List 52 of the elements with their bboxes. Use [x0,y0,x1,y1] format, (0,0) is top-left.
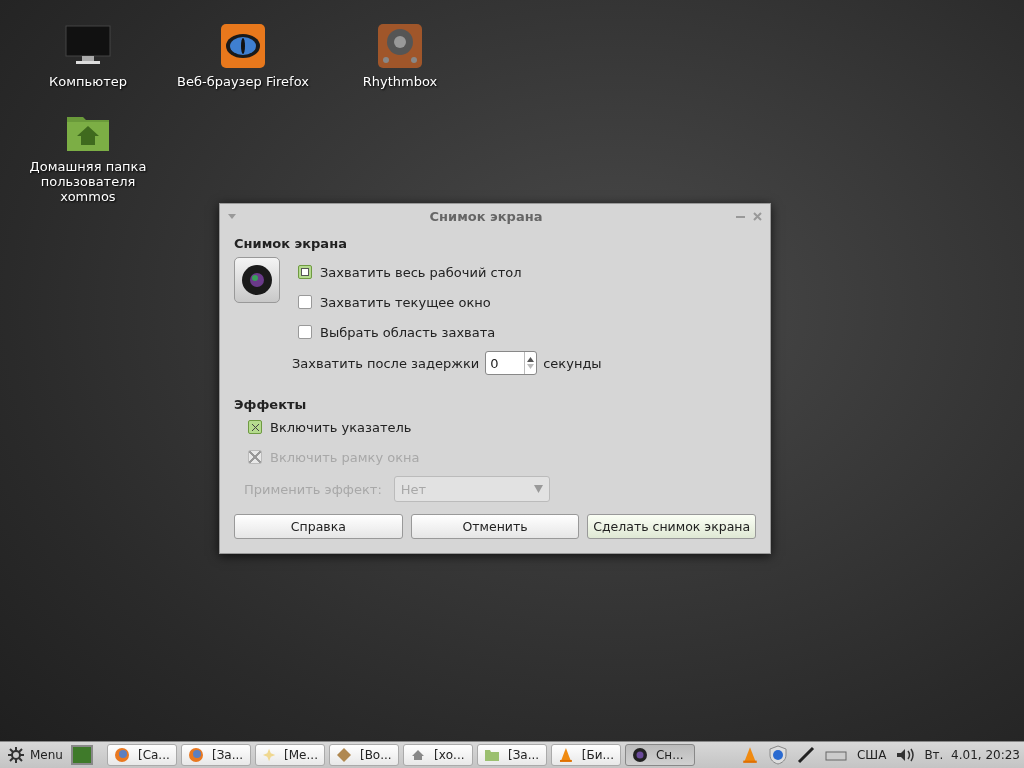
menu-button[interactable]: Menu [4,744,67,766]
spin-up-icon[interactable] [527,357,535,362]
traffic-cone-icon [557,747,574,763]
folder-icon [483,747,500,763]
option-label: Захватить весь рабочий стол [320,264,522,280]
checkbox[interactable] [248,420,262,434]
radio-option[interactable] [298,265,312,279]
clock[interactable]: Вт. 4.01, 20:23 [924,748,1020,762]
desktop-icon-label[interactable]: Компьютер [13,74,163,89]
volume-icon[interactable] [896,748,915,762]
dropdown-arrow-icon [533,485,543,493]
keyboard-layout[interactable]: США [856,748,887,762]
dialog-button[interactable]: Отменить [410,514,580,539]
taskbar-button[interactable]: [За... [180,744,251,766]
desktop-icon-label[interactable]: Rhythmbox [325,74,475,89]
desktop-icon-label[interactable]: Веб-браузер Firefox [168,74,318,89]
close-icon[interactable] [753,211,762,221]
taskbar-button[interactable]: Сн... [624,744,695,766]
delay-spinbox[interactable]: 0 [485,351,538,375]
dialog-button[interactable]: Справка [234,514,403,539]
desktop-icon-label[interactable]: Домашняя папка пользователя xommos [13,159,163,204]
window-title: Снимок экрана [428,208,544,224]
option-label: Выбрать область захвата [320,324,496,340]
radio-option[interactable] [298,295,312,309]
show-desktop-icon[interactable] [70,745,93,765]
taskbar-button[interactable]: [хо... [402,744,473,766]
delay-label: Захватить после задержки [292,355,480,371]
fox-globe-icon [187,747,204,763]
eye-icon [219,22,267,70]
taskbar-button[interactable]: [Би... [550,744,621,766]
camera-icon [234,257,280,303]
camera-lens-icon [631,747,648,763]
checkbox-label: Включить указатель [270,419,412,435]
speaker-icon [376,22,424,70]
fox-globe-icon [113,747,130,763]
keyboard-icon[interactable] [824,749,847,761]
traffic-cone-icon [740,746,759,764]
dialog-button[interactable]: Сделать снимок экрана [587,514,756,539]
package-icon [335,747,352,763]
taskbar-button[interactable]: [Во... [328,744,399,766]
section-heading: Снимок экрана [234,236,348,251]
option-label: Захватить текущее окно [320,294,491,310]
gear-icon [8,747,24,763]
delay-unit: секунды [543,355,602,371]
star-icon [261,747,277,763]
caret-icon[interactable] [228,213,236,219]
taskbar-button[interactable]: [Ме... [254,744,325,766]
radio-option[interactable] [298,325,312,339]
shield-icon[interactable] [768,745,787,765]
taskbar-button[interactable]: [Са... [106,744,177,766]
section-heading: Эффекты [234,397,308,412]
taskbar-button[interactable]: [За... [476,744,547,766]
